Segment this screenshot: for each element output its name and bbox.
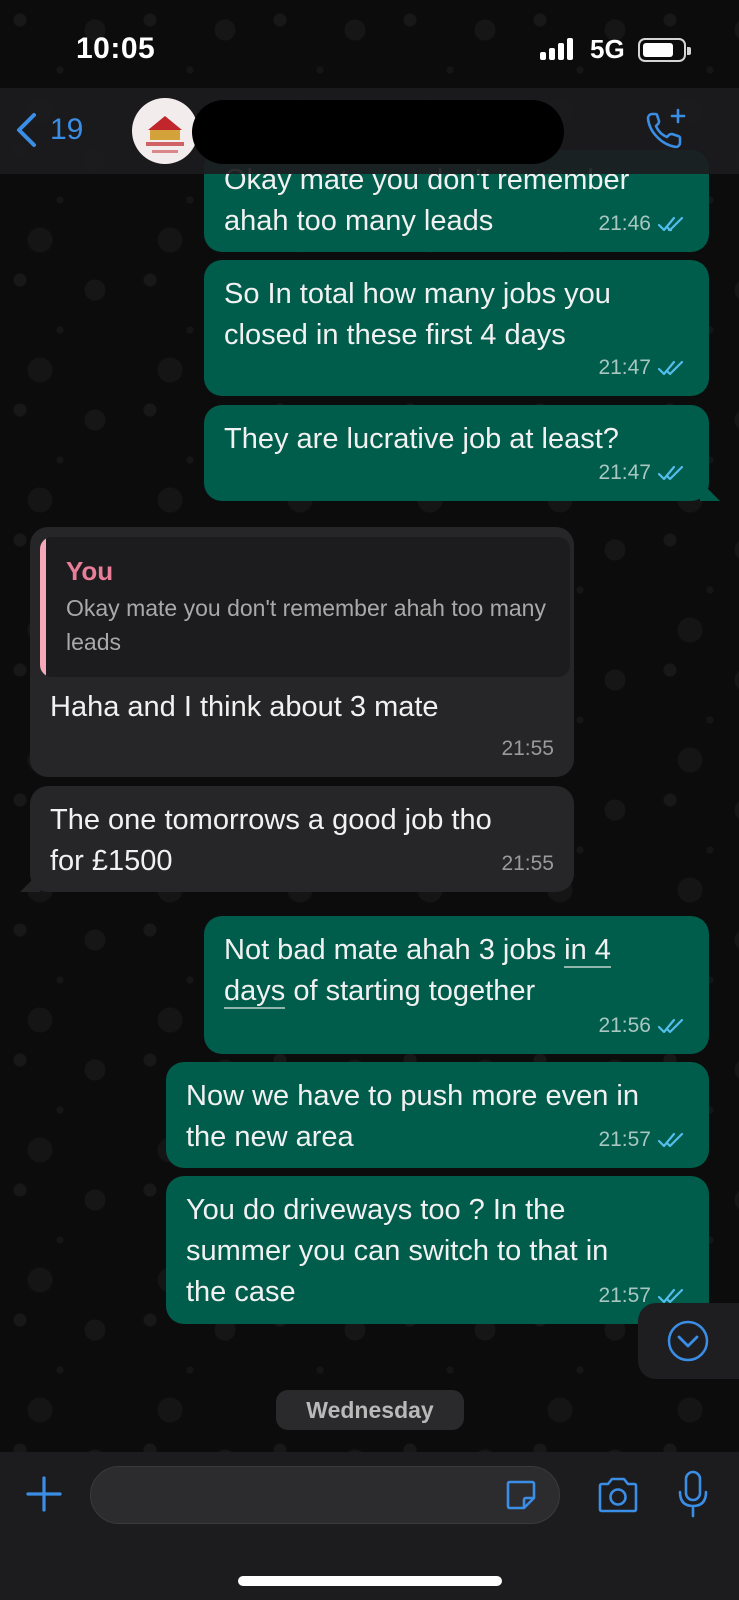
message-text-line: for £1500 xyxy=(50,845,173,877)
chevron-left-icon xyxy=(17,113,36,147)
message-bubble-outgoing[interactable]: So In total how many jobs you closed in … xyxy=(204,260,709,396)
message-bubble-incoming[interactable]: The one tomorrows a good job tho for £15… xyxy=(30,786,574,892)
message-bubble-outgoing[interactable]: Now we have to push more even in the new… xyxy=(166,1062,709,1168)
read-ticks-icon xyxy=(657,465,684,480)
message-bubble-outgoing[interactable]: They are lucrative job at least? 21:47 xyxy=(204,405,709,501)
battery-icon xyxy=(638,38,691,62)
quote-accent-bar xyxy=(40,537,46,677)
message-text-fragment: Not bad mate ahah 3 jobs xyxy=(224,934,565,966)
message-text-line: Now we have to push more even in xyxy=(186,1080,639,1112)
signal-strength-icon xyxy=(540,38,576,60)
mic-icon[interactable] xyxy=(676,1470,710,1520)
message-text-line: summer you can switch to that in xyxy=(186,1235,609,1267)
chevron-down-circle-icon xyxy=(667,1320,709,1362)
chat-header: 19 la xyxy=(0,88,739,174)
message-text-line: The one tomorrows a good job tho xyxy=(50,804,492,836)
message-time: 21:47 xyxy=(598,356,651,379)
date-separator: Wednesday xyxy=(276,1390,464,1430)
status-bar: 10:05 5G xyxy=(0,0,739,96)
status-time: 10:05 xyxy=(76,32,156,65)
home-indicator xyxy=(238,1576,502,1586)
read-ticks-icon xyxy=(657,1018,684,1033)
detected-date-link[interactable]: days xyxy=(224,975,286,1009)
message-meta: 21:46 xyxy=(598,203,689,244)
camera-icon[interactable] xyxy=(596,1476,640,1514)
message-meta: 21:47 xyxy=(598,452,689,493)
contact-avatar[interactable] xyxy=(132,98,198,164)
message-text-line: Haha and I think about 3 mate xyxy=(50,691,439,723)
bubble-tail xyxy=(700,481,720,501)
message-meta: 21:55 xyxy=(501,728,554,769)
message-meta: 21:47 xyxy=(598,347,689,388)
unread-count: 19 xyxy=(50,113,84,146)
read-ticks-icon xyxy=(657,360,684,375)
network-type: 5G xyxy=(590,34,625,64)
message-text-line: You do driveways too ? In the xyxy=(186,1194,566,1226)
read-ticks-icon xyxy=(657,216,684,231)
message-meta: 21:57 xyxy=(598,1119,689,1160)
read-ticks-icon xyxy=(657,1288,684,1303)
sticker-icon[interactable] xyxy=(504,1478,538,1512)
quote-author: You xyxy=(66,556,114,586)
read-ticks-icon xyxy=(657,1132,684,1147)
quote-text: Okay mate you don't remember ahah too ma… xyxy=(66,595,546,655)
quoted-reply[interactable]: You Okay mate you don't remember ahah to… xyxy=(40,537,570,677)
message-bubble-outgoing[interactable]: You do driveways too ? In the summer you… xyxy=(166,1176,709,1324)
phone-plus-icon[interactable] xyxy=(642,106,690,154)
message-time: 21:46 xyxy=(598,212,651,235)
message-bubble-outgoing[interactable]: Not bad mate ahah 3 jobs in 4 days of st… xyxy=(204,916,709,1054)
scroll-to-bottom-button[interactable] xyxy=(638,1303,739,1379)
message-text-line: Not bad mate ahah 3 jobs in 4 xyxy=(224,930,689,971)
contact-name-redaction xyxy=(192,100,564,164)
message-time: 21:55 xyxy=(501,852,554,875)
message-meta: 21:56 xyxy=(598,1005,689,1046)
message-time: 21:47 xyxy=(598,461,651,484)
message-bubble-incoming[interactable]: You Okay mate you don't remember ahah to… xyxy=(30,527,574,777)
message-time: 21:55 xyxy=(501,737,554,760)
message-list[interactable]: Okay mate you don't remember ahah too ma… xyxy=(0,0,739,1600)
message-text-fragment: of starting together xyxy=(285,975,536,1007)
message-meta: 21:55 xyxy=(501,843,554,884)
message-input[interactable] xyxy=(90,1466,560,1524)
detected-date-link[interactable]: in 4 xyxy=(564,934,611,968)
back-button[interactable]: 19 xyxy=(14,108,83,152)
message-time: 21:56 xyxy=(598,1014,651,1037)
message-text-line: So In total how many jobs you xyxy=(224,278,611,310)
message-time: 21:57 xyxy=(598,1128,651,1151)
message-composer xyxy=(0,1452,739,1600)
plus-icon[interactable] xyxy=(24,1474,64,1514)
